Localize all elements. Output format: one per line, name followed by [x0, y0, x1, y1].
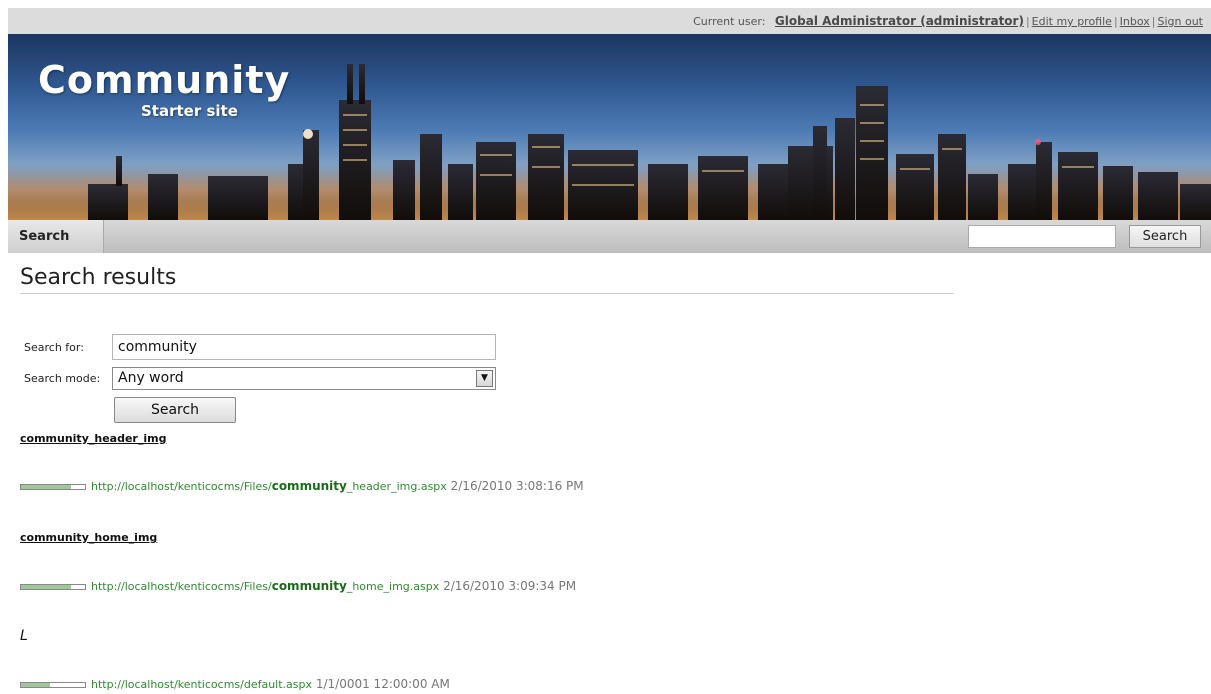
search-mode-value: Any word [118, 370, 184, 386]
separator: | [1025, 15, 1030, 28]
result-url-match: community [271, 579, 347, 593]
site-logo-title[interactable]: Community [38, 58, 290, 102]
relevance-bar [20, 483, 86, 490]
current-user-label: Current user: [693, 15, 766, 28]
page-title: Search results [20, 265, 177, 290]
edit-profile-link[interactable]: Edit my profile [1032, 15, 1112, 28]
site-logo-subtitle: Starter site [141, 102, 238, 120]
tab-search[interactable]: Search [8, 220, 104, 253]
user-bar: Current user: Global Administrator (admi… [8, 8, 1211, 34]
result-url-prefix: http://localhost/kenticocms/default.aspx [91, 678, 313, 691]
result-date: 2/16/2010 3:08:16 PM [450, 479, 584, 493]
result-title[interactable]: L [20, 628, 28, 644]
search-for-input[interactable] [112, 334, 496, 360]
search-submit-button[interactable]: Search [114, 397, 236, 423]
header-banner: Community Starter site [8, 34, 1211, 220]
result-date: 2/16/2010 3:09:34 PM [443, 579, 577, 593]
result-url-suffix: _header_img.aspx [346, 480, 447, 493]
search-for-label: Search for: [24, 341, 84, 354]
result-url-prefix: http://localhost/kenticocms/Files/ [91, 580, 272, 593]
result-url-match: community [271, 479, 347, 493]
result-line: http://localhost/kenticocms/Files/commun… [20, 579, 576, 593]
result-url[interactable]: http://localhost/kenticocms/default.aspx [91, 678, 312, 691]
main-nav: Search Search [8, 220, 1211, 253]
sign-out-link[interactable]: Sign out [1157, 15, 1203, 28]
relevance-bar [20, 583, 86, 590]
result-title[interactable]: community_home_img [20, 531, 157, 544]
result-url[interactable]: http://localhost/kenticocms/Files/commun… [91, 479, 447, 493]
relevance-fill [21, 682, 50, 687]
relevance-bar [20, 681, 86, 688]
result-url[interactable]: http://localhost/kenticocms/Files/commun… [91, 579, 440, 593]
current-user-link[interactable]: Global Administrator (administrator) [775, 14, 1024, 28]
result-url-suffix: _home_img.aspx [346, 580, 440, 593]
result-date: 1/1/0001 12:00:00 AM [315, 677, 450, 691]
result-line: http://localhost/kenticocms/Files/commun… [20, 479, 584, 493]
inbox-link[interactable]: Inbox [1120, 15, 1150, 28]
search-mode-select[interactable]: Any word ▼ [112, 367, 496, 390]
search-mode-label: Search mode: [24, 372, 101, 385]
relevance-fill [21, 584, 71, 589]
relevance-fill [21, 484, 71, 489]
title-divider [20, 293, 954, 294]
dropdown-arrow-icon[interactable]: ▼ [476, 370, 493, 387]
header-search-button[interactable]: Search [1129, 225, 1201, 248]
header-search-input[interactable] [968, 225, 1116, 248]
result-line: http://localhost/kenticocms/default.aspx… [20, 677, 450, 691]
result-title[interactable]: community_header_img [20, 432, 166, 445]
result-url-prefix: http://localhost/kenticocms/Files/ [91, 480, 272, 493]
separator: | [1113, 15, 1118, 28]
